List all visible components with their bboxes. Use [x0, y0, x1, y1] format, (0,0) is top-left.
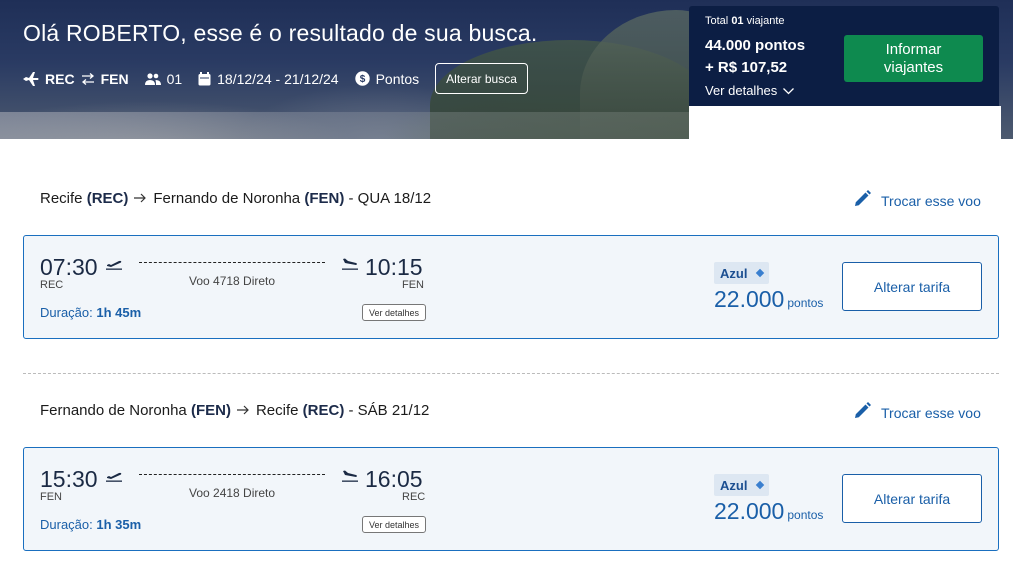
calendar-icon: [198, 71, 211, 86]
pencil-icon: [853, 190, 871, 211]
chevron-down-icon: [783, 83, 795, 98]
duration-value: 1h 45m: [96, 305, 142, 320]
pencil-icon: [853, 402, 871, 423]
segment-date: - SÁB 21/12: [348, 402, 430, 419]
depart-airport: FEN: [40, 491, 62, 503]
summary-details-label: Ver detalhes: [705, 83, 778, 98]
total-travelers: Total 01 viajante: [705, 15, 785, 27]
duration: Duração: 1h 45m: [40, 305, 141, 320]
inform-label-line1: Informar: [885, 40, 942, 58]
airline-badge: Azul: [714, 474, 770, 496]
total-points: 44.000 pontos: [705, 37, 806, 54]
change-fare-button[interactable]: Alterar tarifa: [842, 474, 982, 523]
fare-price: 22.000 pontos: [714, 498, 823, 525]
swap-flight-link[interactable]: Trocar esse voo: [853, 190, 981, 211]
flight-details-button[interactable]: Ver detalhes: [362, 304, 427, 321]
hero-city: [0, 112, 700, 139]
swap-flight-label: Trocar esse voo: [881, 192, 981, 209]
depart-time: 07:30: [40, 254, 98, 280]
duration-value: 1h 35m: [96, 517, 142, 532]
date-range: 18/12/24 - 21/12/24: [217, 70, 339, 87]
passenger-count: 01: [166, 70, 183, 87]
price-unit: pontos: [787, 296, 824, 310]
segment-from-code: (FEN): [190, 402, 231, 419]
flight-details-button[interactable]: Ver detalhes: [362, 516, 427, 533]
segment-from-city: Fernando de Noronha: [40, 402, 187, 419]
payment-mode: Pontos: [375, 70, 420, 87]
arrow-right-icon: [134, 190, 147, 207]
takeoff-icon: [106, 257, 122, 275]
destination-code: FEN: [100, 70, 129, 87]
change-fare-button[interactable]: Alterar tarifa: [842, 262, 982, 311]
search-info-bar: REC FEN 01 18/12/24 - 21/12/24 $ Pontos …: [23, 63, 528, 94]
takeoff-icon: [106, 469, 122, 487]
route-info: REC FEN: [23, 71, 129, 87]
total-count: 01: [731, 15, 744, 27]
inform-travelers-button[interactable]: Informar viajantes: [844, 35, 983, 82]
airline-logo-icon: [756, 480, 765, 490]
date-info: 18/12/24 - 21/12/24: [198, 70, 339, 87]
segment-to-code: (REC): [302, 402, 345, 419]
landing-icon: [342, 257, 358, 275]
total-suffix: viajante: [746, 15, 785, 27]
route-line: [139, 262, 325, 263]
coin-icon: $: [354, 71, 370, 86]
depart-time: 15:30: [40, 466, 98, 492]
plane-icon: [23, 71, 39, 86]
arrive-airport: FEN: [402, 279, 424, 291]
segment-from-code: (REC): [86, 190, 129, 207]
segment-to-code: (FEN): [304, 190, 345, 207]
greeting-title: Olá ROBERTO, esse é o resultado de sua b…: [23, 20, 538, 46]
payment-info: $ Pontos: [354, 70, 420, 87]
segment-to-city: Fernando de Noronha: [153, 190, 301, 207]
price-value: 22.000: [714, 498, 785, 524]
arrow-right-icon: [236, 402, 250, 419]
duration-label: Duração:: [40, 517, 93, 532]
flight-number: Voo 2418 Direto: [189, 486, 276, 500]
swap-flight-link[interactable]: Trocar esse voo: [853, 402, 981, 423]
duration: Duração: 1h 35m: [40, 517, 141, 532]
summary-details-link[interactable]: Ver detalhes: [705, 83, 795, 98]
fare-price: 22.000 pontos: [714, 286, 823, 313]
flight-card[interactable]: 15:30 FEN Voo 2418 Direto 16:05 REC Dura…: [23, 447, 999, 551]
total-prefix: Total: [705, 15, 729, 27]
summary-bottom-panel: [689, 106, 1001, 139]
total-cash: + R$ 107,52: [705, 59, 788, 76]
swap-arrows-icon: [81, 72, 95, 85]
arrive-time: 16:05: [365, 466, 423, 492]
origin-code: REC: [45, 70, 75, 87]
inform-label-line2: viajantes: [883, 58, 944, 76]
segment-divider: [23, 373, 999, 374]
segment-from-city: Recife: [40, 190, 83, 207]
arrive-time: 10:15: [365, 254, 423, 280]
depart-airport: REC: [40, 279, 64, 291]
price-value: 22.000: [714, 286, 785, 312]
airline-name: Azul: [720, 477, 748, 493]
booking-summary: Total 01 viajante 44.000 pontos + R$ 107…: [689, 6, 999, 106]
airline-badge: Azul: [714, 262, 770, 284]
airline-name: Azul: [720, 265, 748, 281]
airline-logo-icon: [756, 268, 765, 278]
price-unit: pontos: [787, 508, 824, 522]
segment-date: - QUA 18/12: [348, 190, 432, 207]
flight-card[interactable]: 07:30 REC Voo 4718 Direto 10:15 FEN Dura…: [23, 235, 999, 339]
alter-search-button[interactable]: Alterar busca: [435, 63, 528, 94]
arrive-airport: REC: [402, 491, 426, 503]
swap-flight-label: Trocar esse voo: [881, 404, 981, 421]
flight-number: Voo 4718 Direto: [189, 274, 276, 288]
people-icon: [144, 72, 161, 85]
total-price: 44.000 pontos + R$ 107,52: [705, 35, 805, 79]
landing-icon: [342, 469, 358, 487]
route-line: [139, 474, 325, 475]
segment-to-city: Recife: [255, 402, 299, 419]
passenger-info: 01: [144, 70, 183, 87]
svg-text:$: $: [359, 74, 365, 85]
duration-label: Duração:: [40, 305, 93, 320]
segment-title: Recife (REC) Fernando de Noronha (FEN) -…: [40, 190, 431, 207]
segment-title: Fernando de Noronha (FEN) Recife (REC) -…: [40, 402, 429, 419]
